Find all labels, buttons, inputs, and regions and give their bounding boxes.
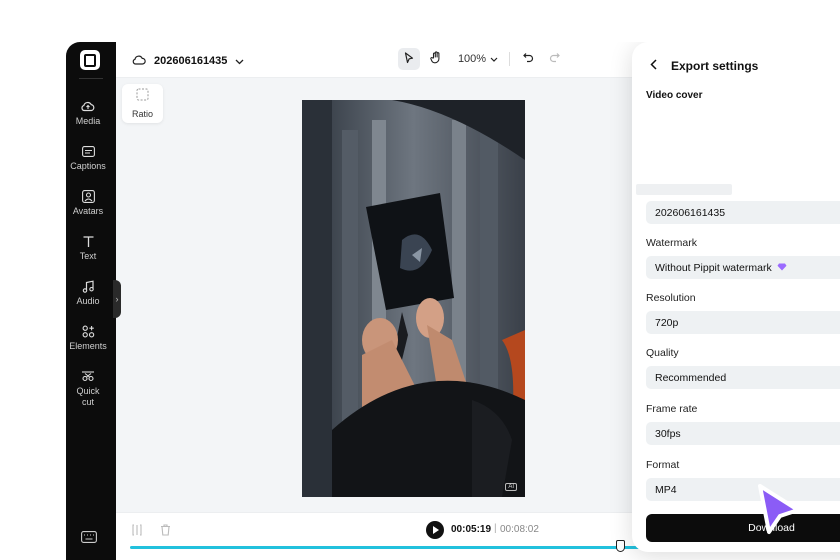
mouse-cursor-icon [758,484,800,534]
watermark-select[interactable]: Without Pippit watermark [646,256,840,279]
music-note-icon [82,278,95,294]
sidebar-item-quick-cut[interactable]: Quick cut [66,368,110,408]
project-switcher[interactable]: 202606161435 [132,52,244,70]
sidebar-item-captions[interactable]: Captions [66,143,110,172]
select-tool-button[interactable] [398,48,420,70]
chevron-right-icon: › [115,294,119,304]
sidebar-collapse-handle[interactable]: › [113,280,121,318]
quality-select[interactable]: Recommended [646,366,840,389]
back-chevron-icon[interactable] [650,57,657,75]
cloud-sync-icon [132,52,146,70]
sidebar-item-avatars[interactable]: Avatars [66,188,110,217]
avatar-frame-icon [81,188,95,204]
text-t-icon [82,233,95,249]
toolbar-divider [509,52,510,66]
undo-button[interactable] [520,48,536,70]
ai-generated-badge: AI [505,483,517,491]
chevron-down-icon [490,53,498,65]
panel-title: Export settings [671,59,759,73]
format-label: Format [646,459,680,471]
name-label-placeholder [636,184,732,195]
hand-tool-button[interactable] [426,48,446,70]
ratio-button[interactable]: Ratio [122,84,163,123]
current-time: 00:05:19 [451,524,492,535]
scissors-cut-icon [81,368,95,384]
sidebar-item-elements[interactable]: Elements [66,323,110,352]
redo-icon [549,52,560,66]
logo-divider [79,78,103,79]
video-preview[interactable]: AI [302,100,525,497]
watermark-label: Watermark [646,237,697,249]
keyboard-icon[interactable] [81,530,97,548]
redo-button[interactable] [546,48,562,70]
video-cover-label: Video cover [646,90,703,101]
total-time: 00:08:02 [500,524,539,535]
zoom-level: 100% [457,53,487,65]
hand-icon [430,51,442,67]
quality-label: Quality [646,347,679,359]
left-sidebar: Media Captions Avatars Text Audio Elemen… [66,42,116,560]
video-frame-image [302,100,525,497]
sidebar-item-text[interactable]: Text [66,233,110,262]
playhead-handle[interactable] [616,540,625,552]
project-name: 202606161435 [154,55,228,67]
frame-rate-label: Frame rate [646,403,698,415]
zoom-dropdown[interactable]: 100% [458,48,498,70]
editor-window: Media Captions Avatars Text Audio Elemen… [66,42,840,560]
trash-icon[interactable] [160,523,171,541]
sidebar-item-media[interactable]: Media [66,98,110,127]
pointer-arrow-icon [404,51,414,67]
file-name-field[interactable]: 202606161435 [646,201,840,224]
panel-header: Export settings [650,57,758,75]
split-icon[interactable] [132,523,142,541]
aspect-ratio-icon [136,88,149,106]
download-button[interactable]: Download [646,514,840,542]
format-select[interactable]: MP4 [646,478,840,501]
gem-icon [777,262,787,274]
elements-shapes-icon [82,323,95,339]
captions-icon [81,143,95,159]
undo-icon [522,52,534,66]
resolution-select[interactable]: 720p [646,311,840,334]
play-button[interactable] [426,521,444,539]
sidebar-item-audio[interactable]: Audio [66,278,110,307]
chevron-down-icon [235,52,244,70]
resolution-label: Resolution [646,292,696,304]
frame-rate-select[interactable]: 30fps [646,422,840,445]
cloud-upload-icon [81,98,95,114]
app-logo[interactable] [80,50,100,70]
export-settings-panel: Export settings Video cover 202606161435 [632,42,840,552]
screen: Media Captions Avatars Text Audio Elemen… [0,0,840,560]
time-separator: | [494,523,497,534]
